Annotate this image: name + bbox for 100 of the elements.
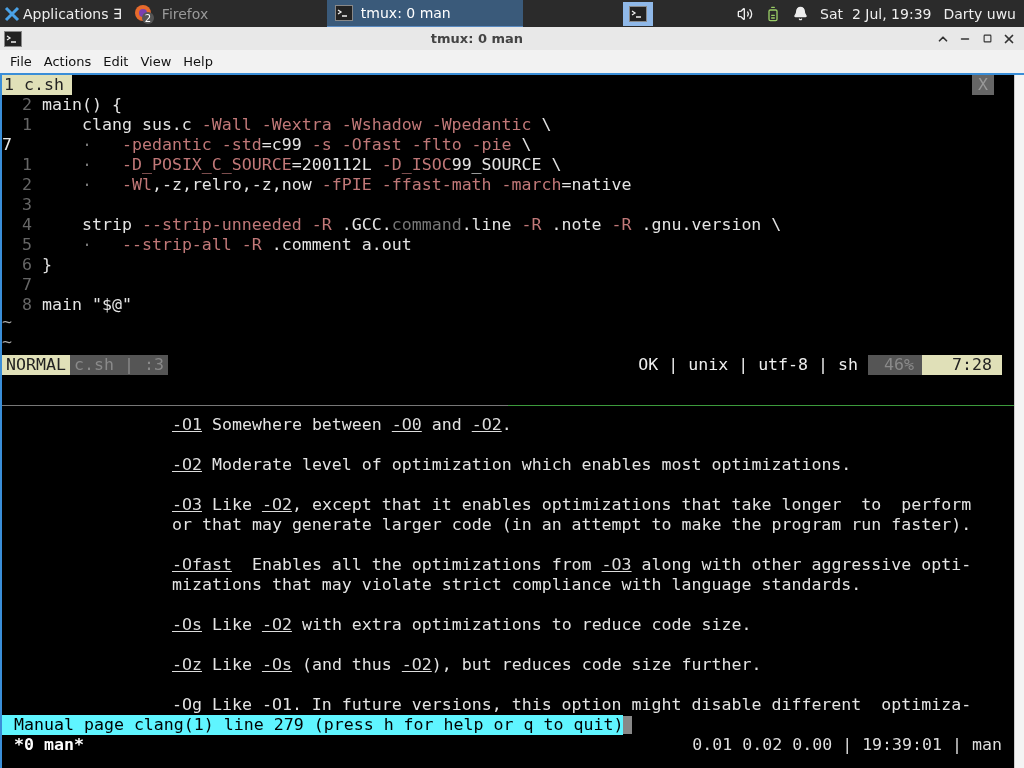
code-text: · <box>80 155 93 175</box>
maximize-icon <box>982 34 992 43</box>
window-title: tmux: 0 man <box>429 31 525 46</box>
man-text: -Og Like -O1. In future versions, this option might disable different optimiza- <box>172 695 972 715</box>
line-number: 8 <box>21 295 33 315</box>
man-text: ), but reduces code size further. <box>431 655 762 675</box>
man-text: -O1 <box>172 415 202 435</box>
man-text: Like <box>210 615 253 635</box>
line-number: 7 <box>2 135 13 155</box>
man-text: Enables all the optimizations from <box>250 555 593 575</box>
line-number: 5 <box>21 235 33 255</box>
code-text: --strip-all -R <box>121 235 262 255</box>
code-text: -D_ISOC <box>381 155 452 175</box>
code-text: .line <box>461 215 513 235</box>
line-number: 1 <box>21 155 33 175</box>
code-text: -s -Ofast -flto -pie <box>311 135 512 155</box>
terminal-icon <box>334 5 353 21</box>
empty-line-marker: ~ <box>2 315 12 333</box>
code-text: main "$@" <box>42 295 132 315</box>
editor-tab[interactable]: 1 c.sh <box>2 75 72 95</box>
code-text: · <box>80 135 93 155</box>
code-text: \ <box>520 135 532 155</box>
code-text: · <box>80 235 93 255</box>
code-text: } <box>42 255 52 275</box>
x-logo-icon <box>4 5 20 22</box>
code-text: .gnu.version \ <box>640 215 782 235</box>
man-text: and <box>430 415 463 435</box>
code-text: --strip-unneeded -R <box>141 215 332 235</box>
tmux-status: 0.01 0.02 0.00 | 19:39:01 | man <box>692 735 1003 755</box>
man-text: -O2 <box>401 655 432 675</box>
clock[interactable]: Sat 2 Jul, 19:39 <box>820 5 932 22</box>
man-text: -Os <box>172 615 202 635</box>
man-text: -O2 <box>261 615 292 635</box>
man-text: or that may generate larger code (in an attempt to make the program run faster). <box>172 515 972 535</box>
code-text: strip <box>80 215 133 235</box>
man-text: -O2 <box>471 415 502 435</box>
code-text: =c99 <box>261 135 303 155</box>
code-text: 99_SOURCE \ <box>451 155 562 175</box>
line-number: 1 <box>21 115 33 135</box>
line-number: 2 <box>21 175 33 195</box>
line-number: 2 <box>21 95 33 115</box>
text-cursor <box>623 716 633 734</box>
applications-menu[interactable]: Applications ∃ <box>0 0 126 27</box>
scrollbar[interactable] <box>1014 75 1024 768</box>
man-text: -Ofast <box>172 555 232 575</box>
taskbar-button[interactable]: 2 Firefox <box>125 0 327 27</box>
man-text: . <box>501 415 512 435</box>
volume-icon[interactable] <box>737 5 754 22</box>
menu-item[interactable]: View <box>134 54 178 69</box>
man-text: -O2 <box>172 455 202 475</box>
menu-item[interactable]: Actions <box>37 54 98 69</box>
code-text: =native <box>561 175 632 195</box>
code-text: clang sus.c <box>80 115 193 135</box>
man-text: -O3 <box>601 555 632 575</box>
code-text: ,-z,relro,-z,now <box>151 175 313 195</box>
taskbar-button[interactable]: tmux: 0 man <box>326 0 523 27</box>
man-text: -Oz <box>172 655 202 675</box>
man-text: Like <box>210 495 253 515</box>
empty-line-marker: ~ <box>2 335 12 353</box>
line-number: 4 <box>21 215 33 235</box>
mode-indicator: NORMAL <box>2 355 70 375</box>
code-text: -R <box>611 215 632 235</box>
code-text: \ <box>540 115 552 135</box>
man-text: -O3 <box>172 495 202 515</box>
code-text: .GCC. <box>340 215 392 235</box>
pager-prompt: Manual page clang(1) line 279 (press h for help or q to quit) <box>2 715 624 735</box>
menu-item[interactable]: File <box>4 54 38 69</box>
man-text: -O0 <box>391 415 422 435</box>
man-text: with extra optimizations to reduce code size. <box>300 615 752 635</box>
terminal-icon <box>4 30 22 47</box>
man-text: Moderate level of optimization which enables most optimizations. <box>210 455 852 475</box>
man-text: -O2 <box>261 495 292 515</box>
man-text: along with other aggressive opti- <box>640 555 972 575</box>
code-text: main() { <box>42 95 122 115</box>
code-text: · <box>80 175 93 195</box>
line-number: 6 <box>21 255 33 275</box>
man-text: -Os <box>261 655 292 675</box>
man-text: Somewhere between <box>210 415 383 435</box>
user-name[interactable]: Darty uwu <box>943 5 1016 22</box>
code-text: -Wall -Wextra -Wshadow -Wpedantic <box>201 115 532 135</box>
menu-item[interactable]: Help <box>177 54 219 69</box>
code-text: command <box>391 215 462 235</box>
cursor-position: 7:28 <box>922 355 1002 375</box>
man-text: (and thus <box>300 655 393 675</box>
man-text: mizations that may violate strict compliance with language standards. <box>172 575 862 595</box>
menu-item[interactable]: Edit <box>97 54 135 69</box>
line-number: 7 <box>21 275 33 295</box>
code-text: -Wl <box>121 175 152 195</box>
code-text: =200112L <box>291 155 373 175</box>
code-text: .comment a.out <box>270 235 412 255</box>
browser-icon: 2 <box>133 3 154 24</box>
terminal-icon <box>628 5 647 22</box>
code-text: -fPIE -ffast-math -march <box>321 175 562 195</box>
line-number: 3 <box>21 195 33 215</box>
man-text: , except that it enables optimizations that take longer to perform <box>291 495 972 515</box>
tmux-window-name[interactable]: *0 man* <box>2 735 84 755</box>
notification-icon[interactable] <box>793 6 809 21</box>
code-text: -D_POSIX_C_SOURCE <box>121 155 292 175</box>
workspace-button[interactable] <box>622 1 653 26</box>
man-text: Like <box>210 655 253 675</box>
